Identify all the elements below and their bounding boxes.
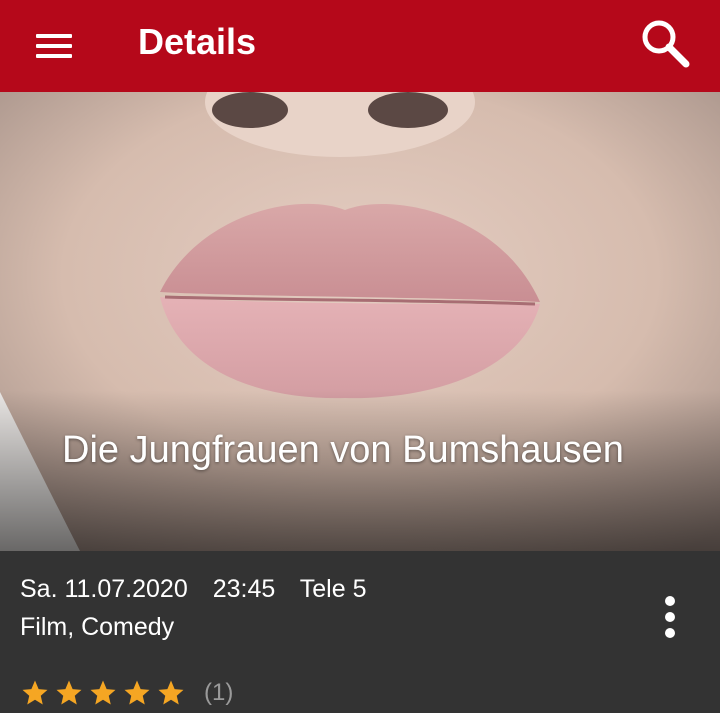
menu-bar-line [36,54,72,58]
rating[interactable]: (1) [20,673,233,713]
star-icon [158,680,184,705]
menu-bar-line [36,34,72,38]
more-dot [665,596,675,606]
more-vert-icon[interactable] [650,591,690,643]
broadcast-meta: Sa. 11.07.2020 23:45 Tele 5 [20,571,384,607]
star-icon [56,680,82,705]
lips-closeup-photo [0,92,720,551]
broadcast-channel: Tele 5 [299,575,367,603]
more-dot [665,612,675,622]
star-icon [124,680,150,705]
star-icon [22,680,48,705]
search-icon[interactable] [636,14,694,72]
broadcast-time: 23:45 [212,575,276,603]
page-title: Details [138,21,257,62]
broadcast-info-panel: Sa. 11.07.2020 23:45 Tele 5 Film, Comedy… [0,551,720,706]
star-icon [90,680,116,705]
broadcast-date: Sa. 11.07.2020 [20,575,188,603]
rating-stars [20,678,190,708]
app-bar: Details [0,0,720,92]
broadcast-genre: Film, Comedy [20,613,175,641]
rating-count: (1) [204,679,234,706]
menu-bar-line [36,44,72,48]
broadcast-title: Die Jungfrauen von Bumshausen [62,429,624,471]
hero-image: Die Jungfrauen von Bumshausen [0,92,720,551]
hamburger-menu-icon[interactable] [30,22,78,70]
more-dot [665,628,675,638]
